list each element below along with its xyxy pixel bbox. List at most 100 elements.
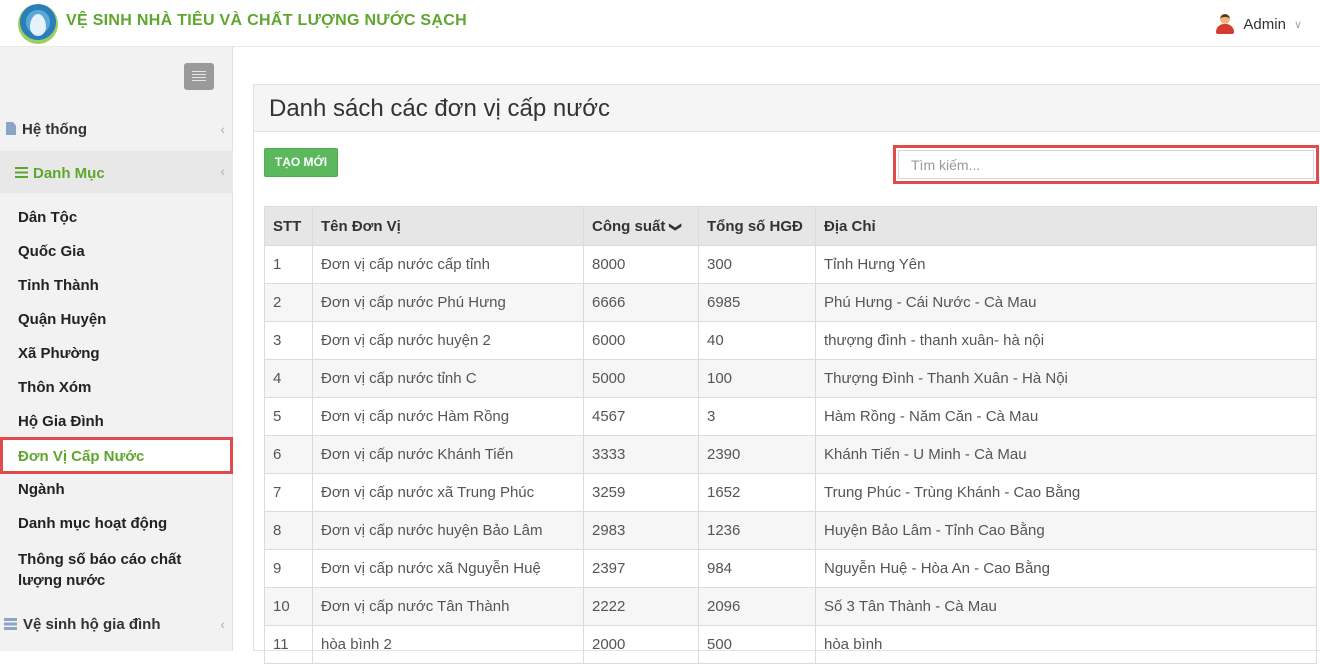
sidebar-item-quoc-gia[interactable]: Quốc Gia: [18, 243, 85, 260]
sidebar-item-tinh-thanh[interactable]: Tỉnh Thành: [18, 277, 99, 294]
table-header-row: STT Tên Đơn Vị Công suất ❯ Tổng số HGĐ Đị…: [264, 206, 1317, 246]
column-header-stt[interactable]: STT: [264, 206, 313, 246]
table-row[interactable]: 4 Đơn vị cấp nước tỉnh C 5000 100 Thượng Đìn…: [264, 359, 1317, 398]
column-header-cong-suat[interactable]: Công suất ❯: [583, 206, 699, 246]
sidebar-item-label: Thông số báo cáo chất: [18, 551, 182, 568]
table-cell: 2000: [583, 625, 699, 664]
table-cell: Đơn vị cấp nước huyện Bảo Lâm: [312, 511, 584, 550]
table-cell: Nguyễn Huệ - Hòa An - Cao Bằng: [815, 549, 1317, 588]
table-cell: 3: [264, 321, 313, 360]
table-cell: 984: [698, 549, 816, 588]
table-cell: 4: [264, 359, 313, 398]
table-cell: 6666: [583, 283, 699, 322]
column-header-tong-so-hgd[interactable]: Tổng số HGĐ: [698, 206, 816, 246]
search-input[interactable]: [898, 150, 1314, 179]
sidebar-item-thon-xom[interactable]: Thôn Xóm: [18, 379, 91, 396]
sidebar-item-thong-so-bao-cao[interactable]: Thông số báo cáo chất lượng nước: [18, 549, 181, 591]
table-cell: Đơn vị cấp nước Tân Thành: [312, 587, 584, 626]
create-new-button[interactable]: TẠO MỚI: [264, 148, 338, 177]
table-cell: 6985: [698, 283, 816, 322]
table-cell: 10: [264, 587, 313, 626]
table-cell: 300: [698, 245, 816, 284]
sidebar-item-dan-toc[interactable]: Dân Tộc: [18, 209, 77, 226]
sidebar-group-he-thong[interactable]: Hệ thống ‹: [0, 121, 233, 145]
table-cell: Đơn vị cấp nước tỉnh C: [312, 359, 584, 398]
chevron-left-icon: ‹: [220, 616, 225, 632]
table-row[interactable]: 5 Đơn vị cấp nước Hàm Rồng 4567 3 Hàm Rồng -…: [264, 397, 1317, 436]
table-cell: 2397: [583, 549, 699, 588]
document-icon: [6, 122, 16, 135]
column-header-dia-chi[interactable]: Địa Chỉ: [815, 206, 1317, 246]
table-row[interactable]: 3 Đơn vị cấp nước huyện 2 6000 40 thượng đìn…: [264, 321, 1317, 360]
sidebar-group-ve-sinh-ho-gia-dinh[interactable]: Vệ sinh hộ gia đình ‹: [0, 616, 233, 640]
table-row[interactable]: 1 Đơn vị cấp nước cấp tỉnh 8000 300 Tỉnh Hưn…: [264, 245, 1317, 284]
table-cell: 7: [264, 473, 313, 512]
sidebar-item-quan-huyen[interactable]: Quận Huyện: [18, 311, 106, 328]
sidebar-item-ho-gia-dinh[interactable]: Hộ Gia Đình: [18, 413, 104, 430]
table-cell: Đơn vị cấp nước xã Trung Phúc: [312, 473, 584, 512]
table-body: 1 Đơn vị cấp nước cấp tỉnh 8000 300 Tỉnh Hưn…: [264, 245, 1317, 664]
sidebar-item-nganh[interactable]: Ngành: [18, 481, 65, 498]
sidebar-item-xa-phuong[interactable]: Xã Phường: [18, 345, 100, 362]
table-cell: 1: [264, 245, 313, 284]
tasks-icon: [4, 618, 17, 630]
table-cell: 3259: [583, 473, 699, 512]
table-cell: 6: [264, 435, 313, 474]
table-row[interactable]: 6 Đơn vị cấp nước Khánh Tiến 3333 2390 Khánh…: [264, 435, 1317, 474]
table-cell: 2222: [583, 587, 699, 626]
table-cell: 6000: [583, 321, 699, 360]
table-cell: 8: [264, 511, 313, 550]
chevron-left-icon: ‹: [220, 121, 225, 137]
table-cell: 3: [698, 397, 816, 436]
user-menu[interactable]: Admin ∨: [1215, 14, 1302, 34]
page-title: Danh sách các đơn vị cấp nước: [269, 95, 611, 122]
table-cell: Huyện Bảo Lâm - Tỉnh Cao Bằng: [815, 511, 1317, 550]
table-cell: hòa bình 2: [312, 625, 584, 664]
sidebar-group-label: Hệ thống: [22, 121, 87, 138]
app-title[interactable]: VỆ SINH NHÀ TIÊU VÀ CHẤT LƯỢNG NƯỚC SẠCH: [66, 12, 467, 30]
table-cell: 500: [698, 625, 816, 664]
table-row[interactable]: 9 Đơn vị cấp nước xã Nguyễn Huệ 2397 984 Ngu…: [264, 549, 1317, 588]
table-cell: Thượng Đình - Thanh Xuân - Hà Nội: [815, 359, 1317, 398]
sidebar-group-label: Danh Mục: [33, 165, 105, 182]
table-cell: Số 3 Tân Thành - Cà Mau: [815, 587, 1317, 626]
table-cell: 9: [264, 549, 313, 588]
table-cell: Đơn vị cấp nước Khánh Tiến: [312, 435, 584, 474]
table-cell: 2096: [698, 587, 816, 626]
search-box: [893, 145, 1319, 184]
table-cell: Khánh Tiến - U Minh - Cà Mau: [815, 435, 1317, 474]
menu-toggle-button[interactable]: [184, 63, 214, 90]
table-row[interactable]: 10 Đơn vị cấp nước Tân Thành 2222 2096 Số 3 …: [264, 587, 1317, 626]
table-cell: Đơn vị cấp nước xã Nguyễn Huệ: [312, 549, 584, 588]
table-cell: Hàm Rồng - Năm Căn - Cà Mau: [815, 397, 1317, 436]
table-row[interactable]: 7 Đơn vị cấp nước xã Trung Phúc 3259 1652 Tr…: [264, 473, 1317, 512]
table-cell: 1652: [698, 473, 816, 512]
sidebar-item-danh-muc-hoat-dong[interactable]: Danh mục hoạt động: [18, 515, 167, 532]
column-header-ten-don-vi[interactable]: Tên Đơn Vị: [312, 206, 584, 246]
table-cell: Tỉnh Hưng Yên: [815, 245, 1317, 284]
table-cell: 2390: [698, 435, 816, 474]
chevron-down-icon: ∨: [1293, 18, 1302, 31]
list-icon: [15, 167, 28, 178]
table-cell: 1236: [698, 511, 816, 550]
table-cell: Phú Hưng - Cái Nước - Cà Mau: [815, 283, 1317, 322]
sort-desc-icon: ❯: [669, 221, 684, 232]
table-cell: 5: [264, 397, 313, 436]
app-logo-icon[interactable]: [18, 4, 58, 44]
sidebar-group-label: Vệ sinh hộ gia đình: [23, 616, 161, 633]
table-cell: 2983: [583, 511, 699, 550]
sidebar: Hệ thống ‹ Danh Mục ‹ Dân Tộc Quốc Gia T…: [0, 47, 233, 651]
table-cell: Đơn vị cấp nước cấp tỉnh: [312, 245, 584, 284]
water-supply-units-table: STT Tên Đơn Vị Công suất ❯ Tổng số HGĐ Đị…: [264, 206, 1317, 664]
table-row[interactable]: 8 Đơn vị cấp nước huyện Bảo Lâm 2983 1236 Hu…: [264, 511, 1317, 550]
table-cell: 100: [698, 359, 816, 398]
sidebar-group-danh-muc[interactable]: Danh Mục ‹: [0, 151, 233, 193]
table-cell: 3333: [583, 435, 699, 474]
sidebar-item-don-vi-cap-nuoc[interactable]: Đơn Vị Cấp Nước: [0, 437, 233, 474]
table-row[interactable]: 11 hòa bình 2 2000 500 hòa bình: [264, 625, 1317, 664]
top-bar: VỆ SINH NHÀ TIÊU VÀ CHẤT LƯỢNG NƯỚC SẠCH…: [0, 0, 1320, 47]
sidebar-item-label: lượng nước: [18, 572, 106, 589]
table-row[interactable]: 2 Đơn vị cấp nước Phú Hưng 6666 6985 Phú Hưn…: [264, 283, 1317, 322]
user-name: Admin: [1243, 15, 1286, 33]
table-cell: Trung Phúc - Trùng Khánh - Cao Bằng: [815, 473, 1317, 512]
